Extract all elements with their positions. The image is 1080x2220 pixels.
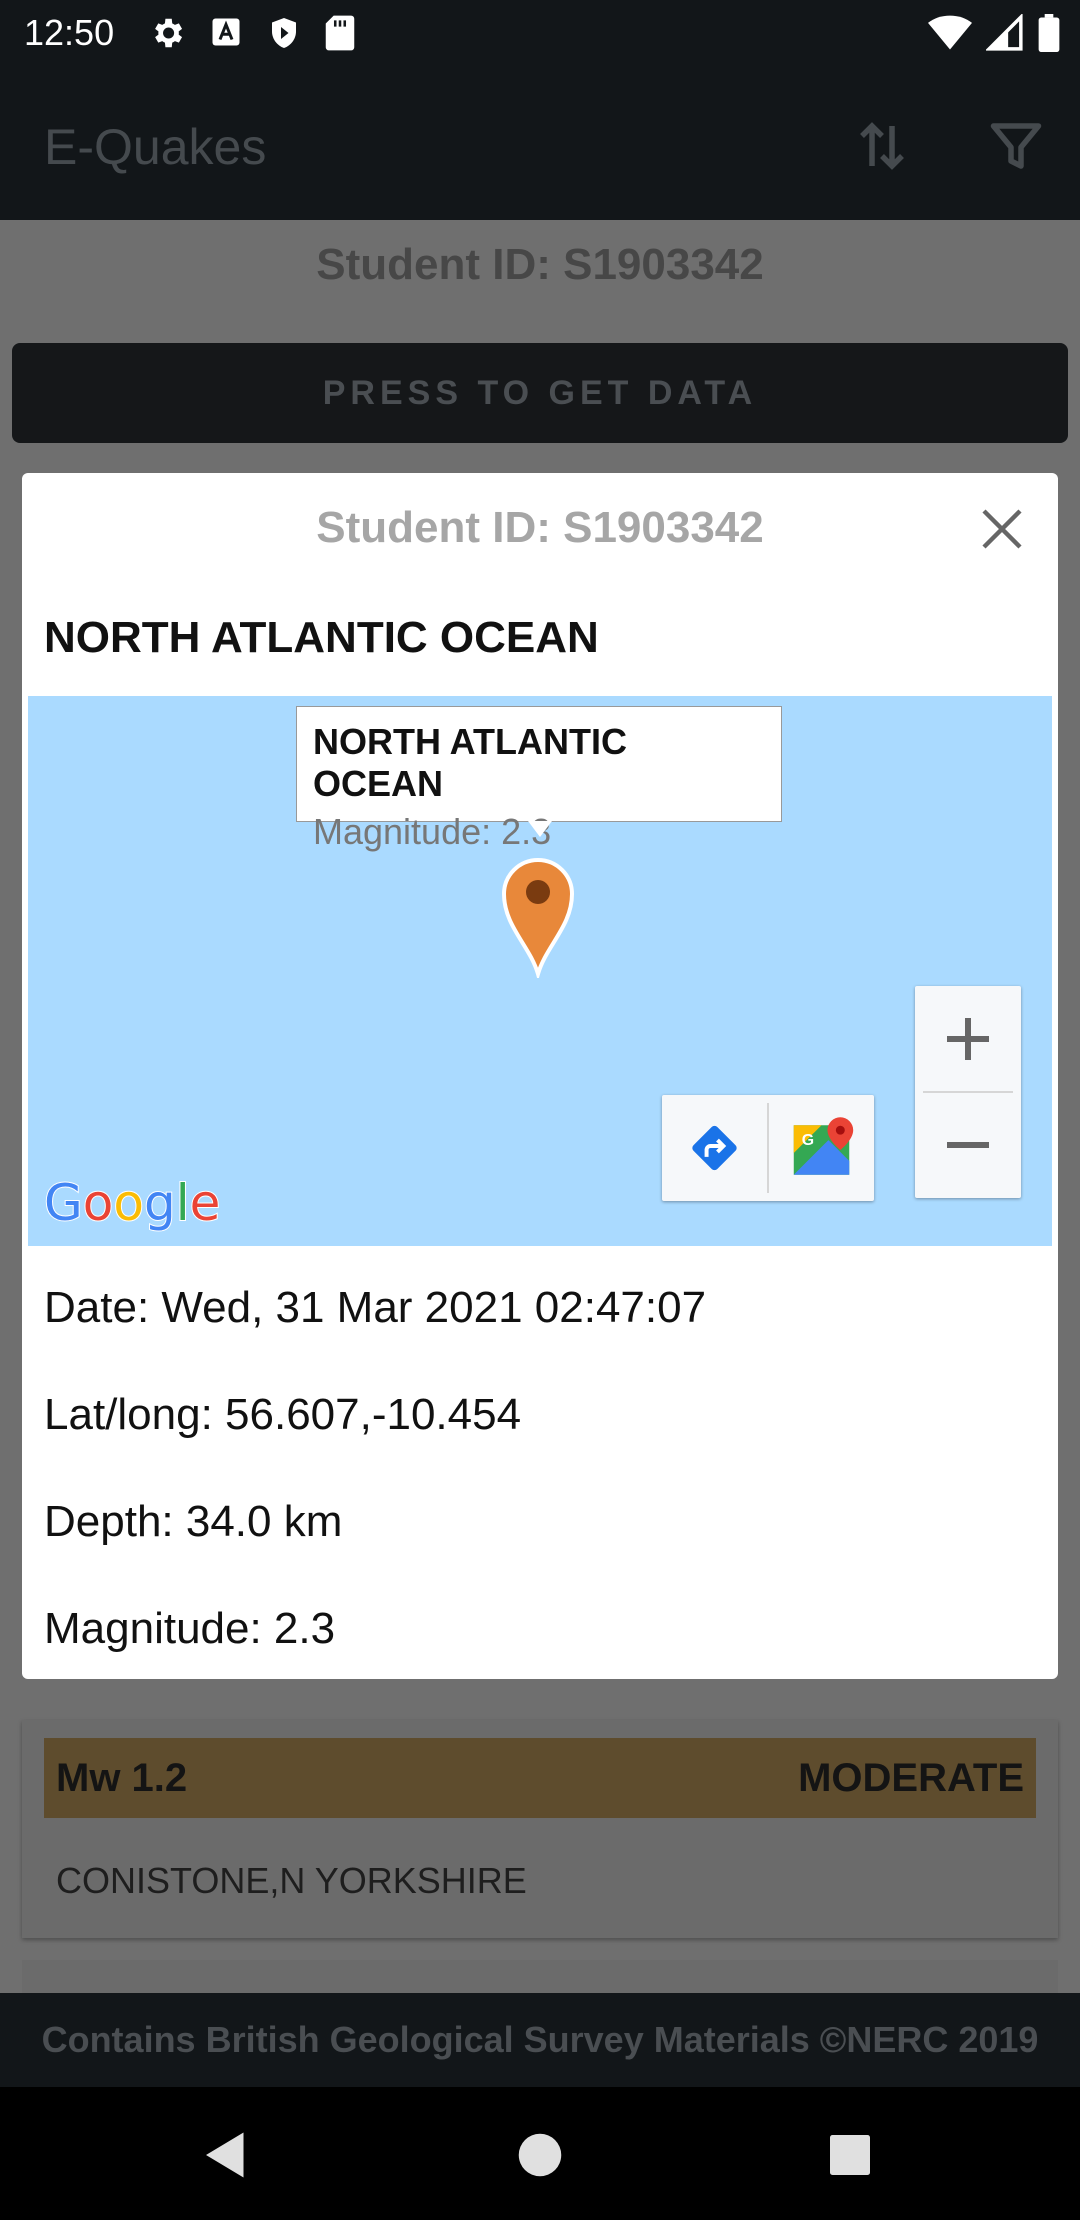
signal-icon [986,14,1023,51]
status-system-icons [928,14,1060,52]
home-icon[interactable] [510,2125,570,2185]
app-title: E-Quakes [44,119,267,175]
back-icon[interactable] [196,2125,256,2185]
earthquake-detail-dialog: Student ID: S1903342 NORTH ATLANTIC OCEA… [22,473,1058,1679]
detail-depth: Depth: 34.0 km [44,1497,343,1546]
detail-latlong: Lat/long: 56.607,-10.454 [44,1390,522,1439]
status-bar: 12:50 [0,0,1080,66]
text-a-icon [212,18,240,46]
directions-icon[interactable] [662,1095,767,1201]
card-magnitude: Mw 1.2 [56,1756,188,1800]
footer-attribution: Contains British Geological Survey Mater… [0,1993,1080,2087]
student-id-label: Student ID: S1903342 [316,240,764,289]
detail-magnitude: Magnitude: 2.3 [44,1604,336,1653]
map-toolbar: G [662,1095,874,1201]
zoom-controls [915,986,1021,1198]
open-in-maps-icon[interactable]: G [769,1095,874,1201]
card-severity: MODERATE [798,1756,1024,1800]
filter-icon[interactable] [986,116,1046,176]
status-time: 12:50 [24,12,115,53]
info-window-pointer [528,821,552,837]
shield-icon [272,18,296,48]
settings-icon [155,18,183,48]
svg-text:G: G [802,1132,814,1149]
location-title: NORTH ATLANTIC OCEAN [44,613,599,662]
battery-icon [1038,14,1060,52]
recents-icon[interactable] [820,2125,880,2185]
close-icon[interactable] [978,505,1026,553]
sort-icon[interactable] [852,116,912,176]
earthquake-card[interactable]: Mw 1.2 MODERATE CONISTONE,N YORKSHIRE [22,1720,1058,1938]
dialog-title: Student ID: S1903342 [316,503,764,552]
card-location: CONISTONE,N YORKSHIRE [56,1860,527,1901]
sd-card-icon [325,15,355,51]
navigation-bar [0,2087,1080,2220]
get-data-button[interactable]: PRESS TO GET DATA [12,343,1068,443]
zoom-out-icon[interactable] [915,1093,1021,1198]
zoom-in-icon[interactable] [915,986,1021,1091]
app-bar: E-Quakes [0,66,1080,220]
wifi-icon [928,15,972,50]
info-window-title: NORTH ATLANTIC OCEAN [313,721,627,804]
detail-date: Date: Wed, 31 Mar 2021 02:47:07 [44,1283,707,1332]
map-marker-icon[interactable] [500,854,576,978]
severity-bar: Mw 1.2 MODERATE [44,1738,1036,1818]
google-logo: Google [43,1173,221,1233]
status-notification-icons [148,14,356,52]
map-view[interactable]: NORTH ATLANTIC OCEAN Magnitude: 2.3 G Go… [28,696,1052,1246]
marker-info-window[interactable]: NORTH ATLANTIC OCEAN Magnitude: 2.3 [296,706,782,852]
